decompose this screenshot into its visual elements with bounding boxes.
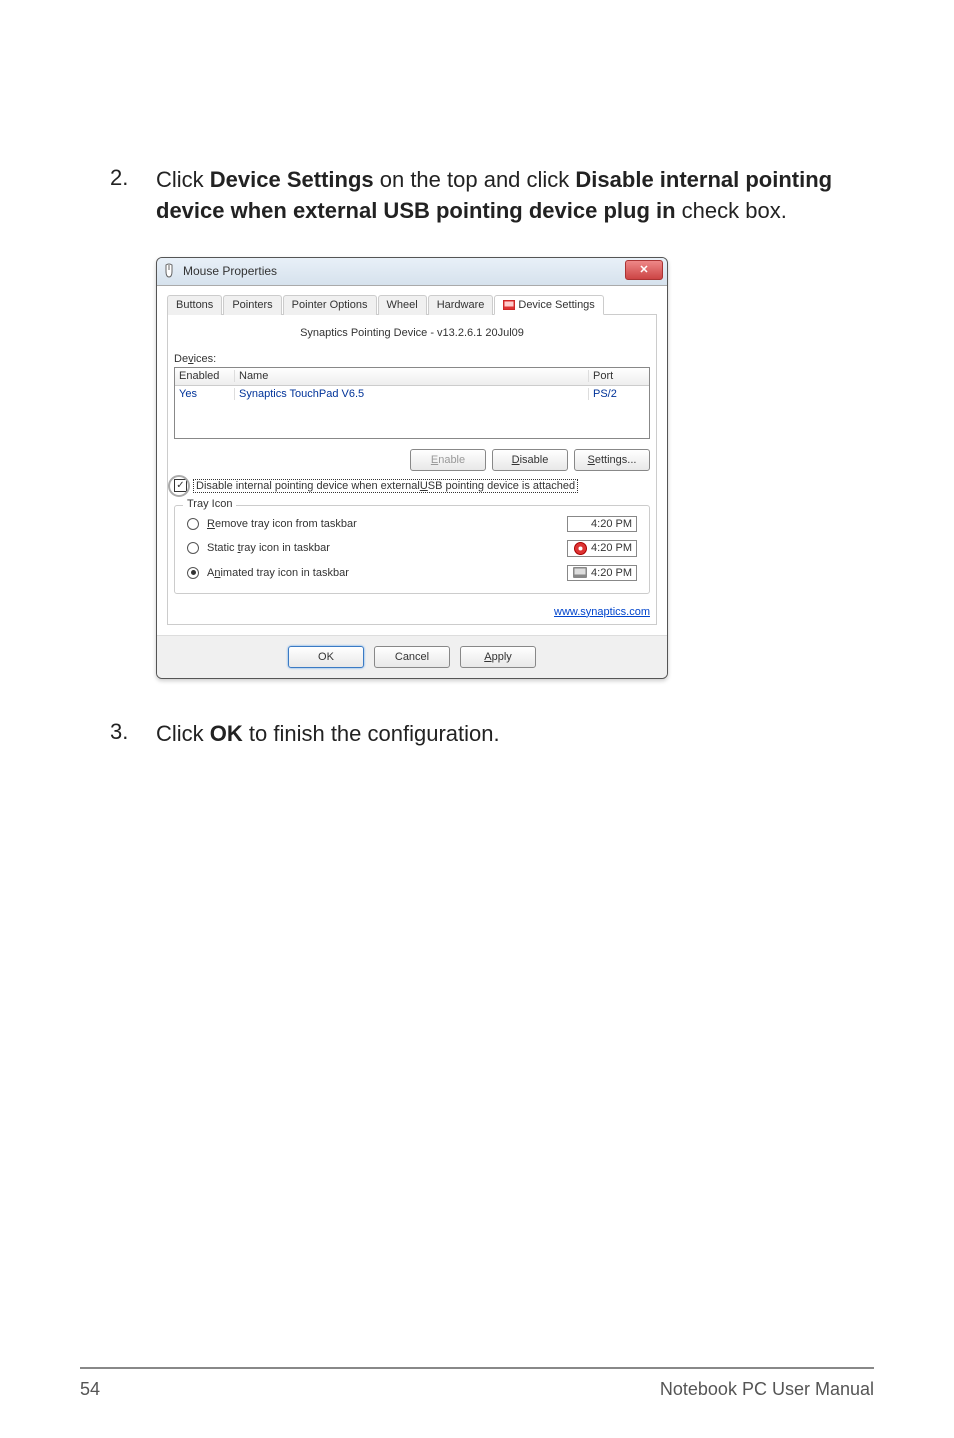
col-header-name: Name — [235, 370, 589, 382]
manual-title: Notebook PC User Manual — [660, 1379, 874, 1400]
disable-button[interactable]: Disable — [492, 449, 568, 471]
time-badge-1: 4:20 PM — [567, 516, 637, 532]
synaptics-link[interactable]: www.synaptics.com — [554, 606, 650, 618]
tab-device-settings-content: Synaptics Pointing Device - v13.2.6.1 20… — [167, 315, 657, 625]
tab-device-settings[interactable]: Device Settings — [494, 295, 603, 315]
col-header-port: Port — [589, 370, 649, 382]
driver-version-text: Synaptics Pointing Device - v13.2.6.1 20… — [174, 327, 650, 339]
touchpad-gray-icon — [573, 567, 587, 578]
step-2-text: Click Device Settings on the top and cli… — [156, 165, 874, 227]
enable-button: Enable — [410, 449, 486, 471]
tab-pointers[interactable]: Pointers — [223, 295, 281, 315]
radio-animated-tray-label: Animated tray icon in taskbar — [207, 567, 567, 579]
tab-wheel[interactable]: Wheel — [378, 295, 427, 315]
devices-label: Devices: — [174, 353, 650, 365]
dialog-title: Mouse Properties — [183, 264, 277, 278]
step-3-number: 3. — [110, 719, 156, 750]
tray-icon-fieldset: Tray Icon Remove tray icon from taskbar … — [174, 505, 650, 594]
page-number: 54 — [80, 1379, 100, 1400]
tray-icon-legend: Tray Icon — [183, 498, 236, 510]
tab-pointer-options[interactable]: Pointer Options — [283, 295, 377, 315]
close-button[interactable]: ✕ — [625, 260, 663, 280]
cancel-button[interactable]: Cancel — [374, 646, 450, 668]
settings-button[interactable]: Settings... — [574, 449, 650, 471]
tabs: Buttons Pointers Pointer Options Wheel H… — [167, 294, 657, 315]
devices-table: Enabled Name Port Yes Synaptics TouchPad… — [174, 367, 650, 439]
disable-internal-checkbox-label: Disable internal pointing device when ex… — [193, 479, 578, 493]
radio-remove-tray[interactable] — [187, 518, 199, 530]
time-badge-3: 4:20 PM — [567, 565, 637, 581]
tab-buttons[interactable]: Buttons — [167, 295, 222, 315]
touchpad-red-icon — [574, 542, 587, 555]
radio-remove-tray-label: Remove tray icon from taskbar — [207, 518, 567, 530]
disable-internal-checkbox[interactable]: ✓ — [174, 479, 187, 492]
page-footer: 54 Notebook PC User Manual — [80, 1367, 874, 1400]
tab-hardware[interactable]: Hardware — [428, 295, 494, 315]
table-row[interactable]: Yes Synaptics TouchPad V6.5 PS/2 — [175, 386, 649, 402]
col-header-enabled: Enabled — [175, 370, 235, 382]
mouse-icon — [161, 263, 177, 279]
radio-animated-tray[interactable] — [187, 567, 199, 579]
radio-static-tray-label: Static tray icon in taskbar — [207, 542, 567, 554]
mouse-properties-dialog: Mouse Properties ✕ Buttons Pointers Poin… — [156, 257, 668, 679]
apply-button[interactable]: Apply — [460, 646, 536, 668]
step-2-number: 2. — [110, 165, 156, 227]
radio-static-tray[interactable] — [187, 542, 199, 554]
titlebar: Mouse Properties ✕ — [157, 258, 667, 286]
time-badge-2: 4:20 PM — [567, 540, 637, 557]
touchpad-icon — [503, 300, 515, 310]
step-3-text: Click OK to finish the configuration. — [156, 719, 500, 750]
ok-button[interactable]: OK — [288, 646, 364, 668]
